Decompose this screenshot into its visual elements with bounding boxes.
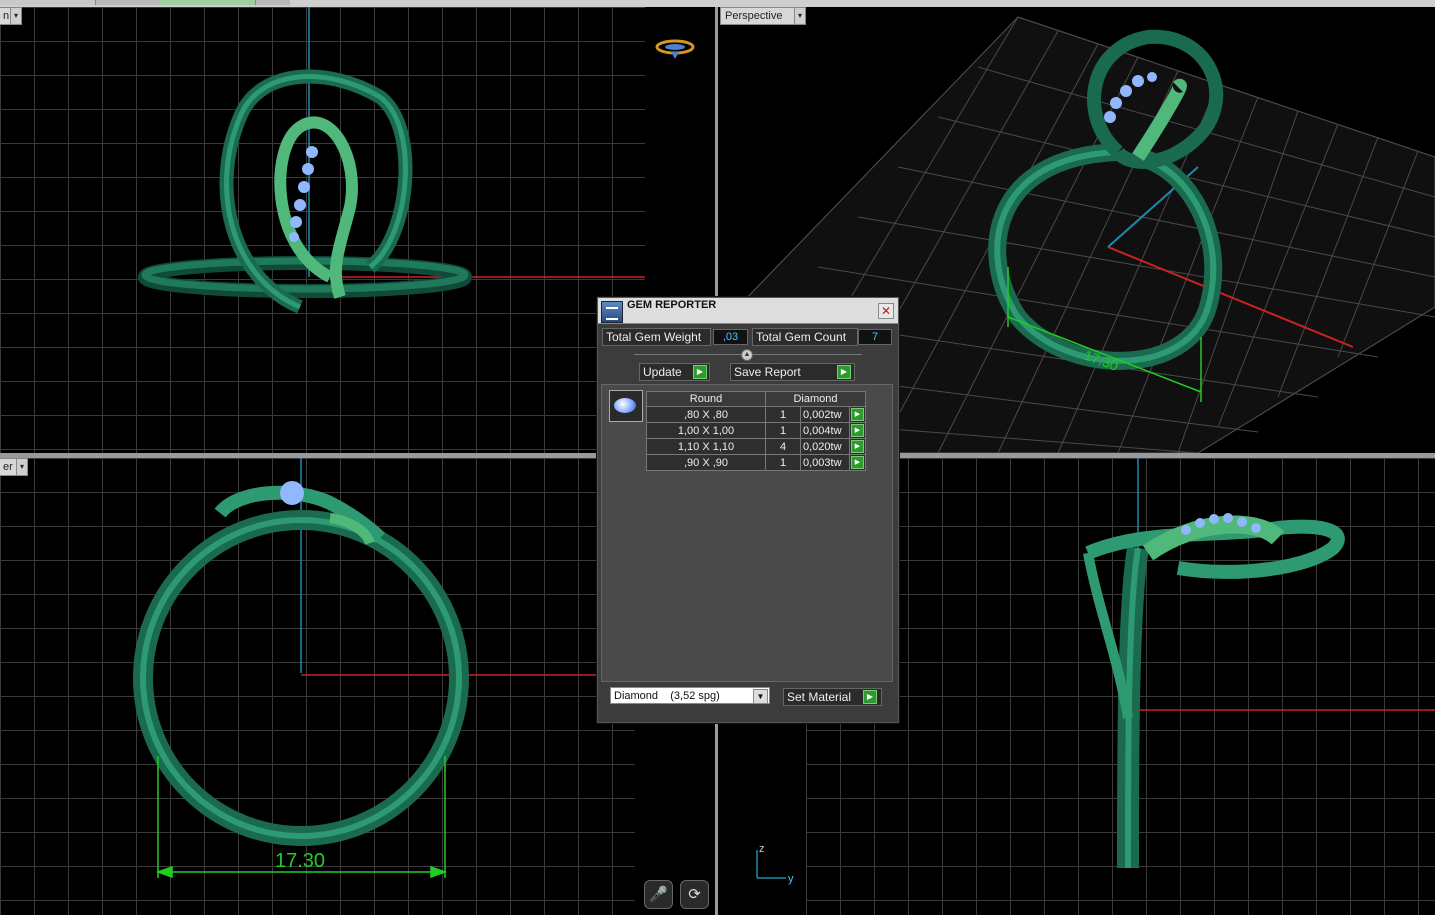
- column-header-material: Diamond: [765, 391, 866, 407]
- microphone-button[interactable]: 🎤: [644, 880, 673, 909]
- gem-count: 1: [765, 406, 801, 423]
- orbit-gizmo-icon[interactable]: [655, 37, 695, 61]
- material-select[interactable]: Diamond (3,52 spg) ▼: [610, 687, 770, 704]
- column-header-shape: Round: [646, 391, 766, 407]
- row-select-icon[interactable]: ▶: [851, 456, 864, 469]
- save-report-label: Save Report: [734, 365, 801, 379]
- viewport-menu-arrow[interactable]: ▾: [16, 458, 28, 476]
- save-report-button[interactable]: Save Report ▶: [730, 363, 855, 381]
- gem-table: Round Diamond ,80 X ,80 1 0,002tw ▶ 1,00…: [646, 391, 866, 471]
- viewport-label-perspective[interactable]: Perspective: [720, 7, 799, 25]
- gem-size: ,90 X ,90: [646, 454, 766, 471]
- play-icon: ▶: [837, 365, 851, 379]
- rotate-view-button[interactable]: ⟳: [680, 880, 709, 909]
- chevron-down-icon[interactable]: ▼: [753, 689, 768, 704]
- row-select-icon[interactable]: ▶: [851, 408, 864, 421]
- table-row[interactable]: 1,10 X 1,10 4 0,020tw ▶: [646, 438, 866, 455]
- gem-size: ,80 X ,80: [646, 406, 766, 423]
- table-row[interactable]: 1,00 X 1,00 1 0,004tw ▶: [646, 422, 866, 439]
- gem-reporter-dialog: GEM REPORTER ✕ Total Gem Weight ,03 Tota…: [597, 297, 899, 723]
- front-dimension-label: 17.30: [275, 850, 325, 872]
- viewport-menu-arrow[interactable]: ▾: [794, 7, 806, 25]
- round-gem-icon[interactable]: [609, 390, 643, 422]
- gem-weight: 0,004tw: [800, 422, 850, 439]
- dialog-title: GEM REPORTER: [627, 299, 717, 311]
- row-select-icon[interactable]: ▶: [851, 440, 864, 453]
- total-weight-value: ,03: [713, 329, 748, 345]
- play-icon: ▶: [863, 690, 877, 704]
- close-button[interactable]: ✕: [878, 303, 894, 319]
- top-toolbar: [0, 0, 1435, 7]
- gem-size: 1,10 X 1,10: [646, 438, 766, 455]
- gem-list-panel: Round Diamond ,80 X ,80 1 0,002tw ▶ 1,00…: [601, 384, 893, 682]
- update-button[interactable]: Update ▶: [639, 363, 710, 381]
- gem-count: 1: [765, 454, 801, 471]
- table-row[interactable]: ,80 X ,80 1 0,002tw ▶: [646, 406, 866, 423]
- total-count-value: 7: [858, 329, 892, 345]
- collapse-toggle-icon[interactable]: ▲: [741, 349, 753, 361]
- axis-z-label: z: [759, 843, 765, 855]
- material-select-value: Diamond (3,52 spg): [614, 690, 720, 702]
- document-tabs[interactable]: [0, 0, 290, 5]
- viewport-menu-arrow[interactable]: ▾: [10, 7, 22, 25]
- gem-count: 1: [765, 422, 801, 439]
- axis-triad: z y: [756, 843, 794, 885]
- gem-count: 4: [765, 438, 801, 455]
- dialog-titlebar[interactable]: GEM REPORTER ✕: [598, 298, 898, 324]
- play-icon: ▶: [693, 365, 707, 379]
- total-weight-label: Total Gem Weight: [602, 328, 711, 346]
- set-material-button[interactable]: Set Material ▶: [783, 688, 882, 706]
- gem-weight: 0,002tw: [800, 406, 850, 423]
- gem-weight: 0,020tw: [800, 438, 850, 455]
- axis-y-label: y: [788, 873, 794, 885]
- row-select-icon[interactable]: ▶: [851, 424, 864, 437]
- update-label: Update: [643, 365, 682, 379]
- gem-size: 1,00 X 1,00: [646, 422, 766, 439]
- gem-weight: 0,003tw: [800, 454, 850, 471]
- gem-reporter-icon: [601, 301, 623, 323]
- set-material-label: Set Material: [787, 690, 852, 704]
- table-row[interactable]: ,90 X ,90 1 0,003tw ▶: [646, 454, 866, 471]
- total-count-label: Total Gem Count: [752, 328, 858, 346]
